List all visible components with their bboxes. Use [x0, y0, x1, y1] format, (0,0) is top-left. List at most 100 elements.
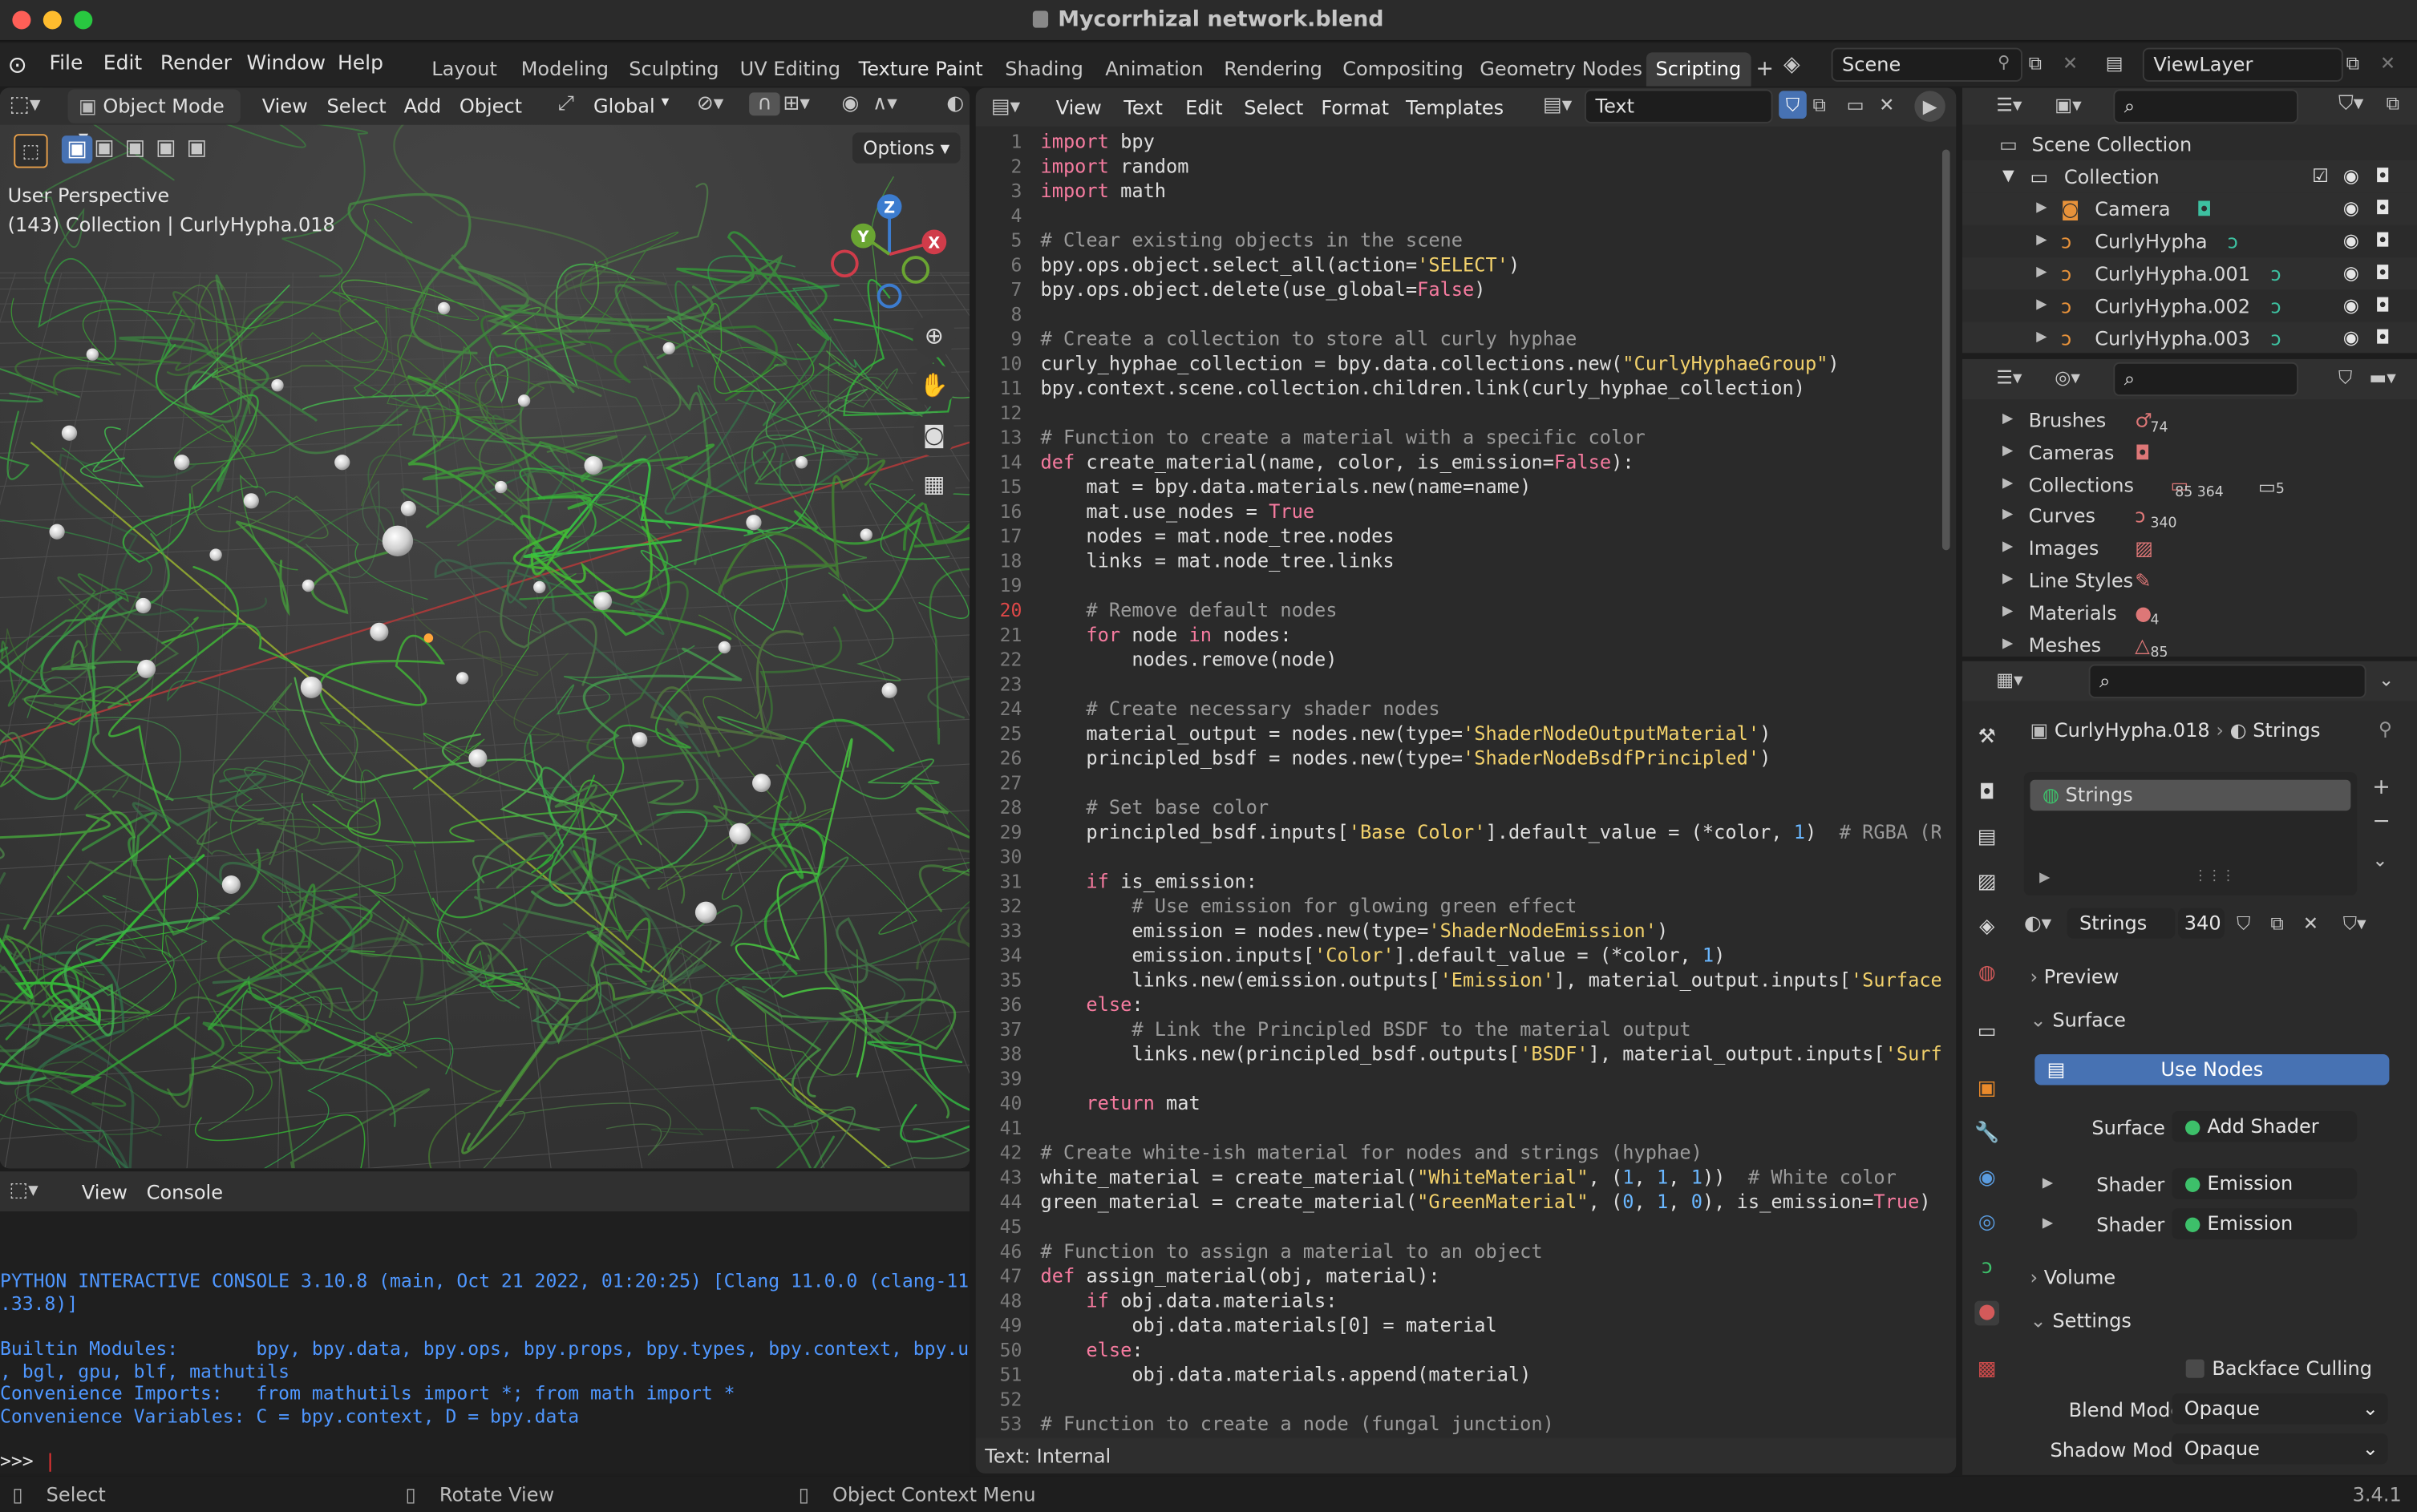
select-intersect-icon[interactable]: ▣ [187, 135, 207, 160]
duplicate-material-icon[interactable]: ⧉ [2270, 912, 2283, 936]
expand-icon[interactable]: ▶ [2002, 532, 2013, 564]
select-subtract-icon[interactable]: ▣ [125, 135, 145, 160]
texture-tab-icon[interactable]: ▩ [1974, 1358, 1999, 1383]
navigation-gizmo[interactable]: Z X Y [828, 189, 951, 313]
material-slot-list[interactable]: ◍ Strings ▶ ⋮⋮⋮ [2023, 772, 2358, 895]
code-line[interactable]: # Function to create a node (fungal junc… [1040, 1412, 1553, 1437]
code-line[interactable]: return mat [1040, 1091, 1200, 1116]
output-tab-icon[interactable]: ▤ [1974, 826, 1999, 851]
resize-handle[interactable]: ⋮⋮⋮ [2193, 869, 2235, 884]
pivot-icon[interactable]: ⊘▾ [697, 92, 723, 115]
text-browse-icon[interactable]: ▤▾ [1543, 94, 1572, 117]
code-line[interactable]: emission = nodes.new(type='ShaderNodeEmi… [1040, 919, 1668, 944]
text-menu-select[interactable]: Select [1244, 95, 1303, 119]
tab-shading[interactable]: Shading [1005, 57, 1083, 80]
slot-expand-icon[interactable]: ▶ [2039, 871, 2050, 886]
orientation-chevron-icon[interactable]: ▾ [662, 94, 670, 111]
console-menu-view[interactable]: View [82, 1181, 128, 1204]
code-line[interactable]: import bpy [1040, 129, 1154, 154]
blend-editor-type-icon[interactable]: ☰▾ [1996, 367, 2022, 389]
scene-field[interactable]: Scene [1831, 47, 2022, 82]
shader2-field[interactable]: ● Emission [2172, 1208, 2358, 1239]
scene-tab-icon[interactable]: ◈ [1974, 916, 1999, 940]
eye-icon[interactable]: ◉ [2343, 192, 2359, 224]
code-line[interactable]: # Create a collection to store all curly… [1040, 327, 1577, 352]
console-menu-console[interactable]: Console [147, 1181, 223, 1204]
properties-search[interactable]: ⌕ [2088, 664, 2366, 698]
tab-modeling[interactable]: Modeling [521, 57, 609, 80]
tab-animation[interactable]: Animation [1105, 57, 1204, 80]
expand-icon[interactable]: ▶ [2036, 257, 2047, 289]
viewport-menu-add[interactable]: Add [404, 94, 442, 117]
code-line[interactable]: if obj.data.materials: [1040, 1288, 1337, 1313]
falloff-icon[interactable]: ∧▾ [872, 92, 897, 115]
select-extend-icon[interactable]: ▣ [94, 135, 114, 160]
preview-panel-header[interactable]: › Preview [2030, 964, 2119, 988]
new-text-icon[interactable]: ⧉ [1813, 94, 1826, 117]
eye-icon[interactable]: ◉ [2343, 322, 2359, 353]
properties-editor-type-icon[interactable]: ▦▾ [1996, 669, 2022, 690]
view-layer-field[interactable]: ViewLayer [2142, 47, 2343, 82]
particles-tab-icon[interactable]: ◉ [1974, 1166, 1999, 1191]
fake-user-shield-icon[interactable]: ⛉ [1779, 91, 1807, 119]
text-name-field[interactable]: Text [1585, 89, 1773, 123]
pin-icon[interactable]: ⚲ [1998, 52, 2010, 72]
scene-selector-icon[interactable]: ◈ [1783, 52, 1800, 77]
eye-icon[interactable]: ◉ [2343, 160, 2359, 192]
blend-item-line-styles[interactable]: ▶ Line Styles ✎ [1962, 564, 2417, 596]
unlink-text-icon[interactable]: ✕ [1879, 94, 1894, 115]
python-console[interactable]: ⬚▾ View Console PYTHON INTERACTIVE CONSO… [0, 1171, 970, 1474]
use-nodes-button[interactable]: ▤ Use Nodes [2034, 1053, 2390, 1085]
eye-icon[interactable]: ◉ [2343, 225, 2359, 257]
viewport-menu-object[interactable]: Object [460, 94, 522, 117]
code-line[interactable]: # Function to create a material with a s… [1040, 426, 1645, 451]
code-line[interactable]: nodes.remove(node) [1040, 647, 1337, 672]
expand-icon[interactable]: ▼ [2002, 160, 2014, 192]
fake-user-icon[interactable]: ⛉ [2237, 912, 2250, 936]
menu-edit[interactable]: Edit [103, 52, 142, 75]
blend-display-mode-icon[interactable]: ◎▾ [2055, 367, 2080, 389]
code-line[interactable]: if is_emission: [1040, 869, 1257, 894]
code-line[interactable]: links = mat.node_tree.links [1040, 548, 1394, 573]
code-line[interactable]: green_material = create_material("GreenM… [1040, 1190, 1930, 1215]
expand-icon[interactable]: ▶ [2002, 596, 2013, 629]
menu-render[interactable]: Render [160, 52, 232, 75]
code-line[interactable]: white_material = create_material("WhiteM… [1040, 1165, 1896, 1190]
code-line[interactable]: principled_bsdf = nodes.new(type='Shader… [1040, 746, 1771, 770]
new-collection-icon[interactable]: ⧉ [2387, 92, 2399, 115]
text-menu-text[interactable]: Text [1123, 95, 1163, 119]
blend-file-browser[interactable]: ☰▾ ◎▾ ⌕ ⛉ ▬▾ ▶ Brushes ♂ 74 ▶ Cameras ◘ ▶ Collec… [1962, 358, 2417, 657]
add-slot-icon[interactable]: + [2372, 775, 2391, 800]
tab-sculpting[interactable]: Sculpting [629, 57, 719, 80]
code-line[interactable]: bpy.ops.object.delete(use_global=False) [1040, 277, 1485, 302]
outliner-item[interactable]: ▶ ↄ CurlyHypha.003 ↄ ◉ ◘ [1962, 321, 2417, 354]
proportional-edit-icon[interactable]: ◉ [842, 92, 860, 115]
tab-uv-editing[interactable]: UV Editing [740, 57, 840, 80]
code-line[interactable]: # Link the Principled BSDF to the materi… [1040, 1017, 1690, 1042]
open-text-icon[interactable]: ▭ [1847, 94, 1864, 115]
eye-icon[interactable]: ◉ [2343, 289, 2359, 321]
blend-purge-icon[interactable]: ▬▾ [2369, 367, 2395, 389]
expand-icon[interactable]: ▶ [2002, 404, 2013, 436]
render-tab-icon[interactable]: ◘ [1974, 782, 1999, 807]
snap-target-icon[interactable]: ⊞▾ [783, 92, 809, 115]
code-line[interactable]: bpy.context.scene.collection.children.li… [1040, 376, 1804, 401]
outliner-item[interactable]: ▶ ↄ CurlyHypha ↄ ◉ ◘ [1962, 225, 2417, 257]
editor-type-icon[interactable]: ⬚▾ [10, 92, 41, 117]
run-script-icon[interactable]: ▶ [1914, 91, 1945, 122]
perspective-toggle-icon[interactable]: ▦ [912, 462, 956, 506]
material-tab-icon[interactable]: ● [1974, 1300, 2000, 1326]
world-tab-icon[interactable]: ◍ [1974, 962, 1999, 987]
snap-icon[interactable]: ∩ [749, 92, 780, 116]
tab-compositing[interactable]: Compositing [1342, 57, 1464, 80]
surface-panel-header[interactable]: ⌄ Surface [2030, 1008, 2126, 1031]
backface-culling-checkbox[interactable] [2185, 1359, 2204, 1378]
shader1-field[interactable]: ● Emission [2172, 1168, 2358, 1199]
code-line[interactable]: for node in nodes: [1040, 623, 1291, 648]
blender-logo-icon[interactable]: ⊙ [8, 51, 27, 79]
camera-view-icon[interactable]: ◙ [912, 413, 956, 457]
new-scene-icon[interactable]: ⧉ [2029, 52, 2042, 75]
code-line[interactable]: mat.use_nodes = True [1040, 499, 1314, 524]
physics-tab-icon[interactable]: ◎ [1974, 1211, 1999, 1236]
select-tool-icon[interactable]: ⬚ [14, 134, 48, 168]
